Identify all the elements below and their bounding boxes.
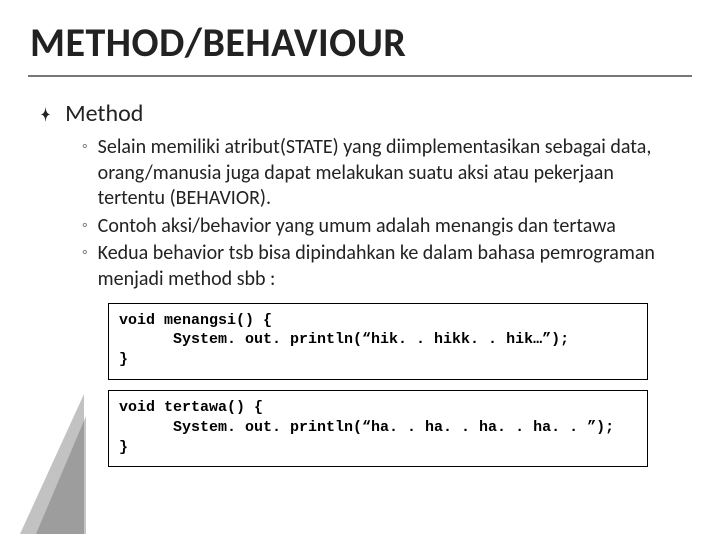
level1-item: ✦ Method [38, 99, 682, 129]
circle-bullet-icon: ◦ [82, 218, 88, 234]
level2-text: Selain memiliki atribut(STATE) yang diim… [98, 135, 682, 212]
level2-text: Kedua behavior tsb bisa dipindahkan ke d… [98, 241, 682, 292]
level2-item: ◦ Kedua behavior tsb bisa dipindahkan ke… [82, 241, 682, 292]
circle-bullet-icon: ◦ [82, 139, 88, 155]
level2-item: ◦ Contoh aksi/behavior yang umum adalah … [82, 214, 682, 240]
code-block-menangis: void menangsi() { System. out. println(“… [108, 303, 648, 380]
level2-text: Contoh aksi/behavior yang umum adalah me… [98, 214, 620, 240]
level2-item: ◦ Selain memiliki atribut(STATE) yang di… [82, 135, 682, 212]
title-underline [28, 75, 692, 77]
slide: METHOD/BEHAVIOUR ✦ Method ◦ Selain memil… [0, 0, 720, 540]
circle-bullet-icon: ◦ [82, 245, 88, 261]
code-block-tertawa: void tertawa() { System. out. println(“h… [108, 390, 648, 467]
arrow-bullet-icon: ✦ [41, 105, 50, 126]
decorative-triangle-icon [36, 416, 86, 534]
level1-text: Method [65, 99, 143, 129]
slide-title: METHOD/BEHAVIOUR [30, 18, 682, 67]
